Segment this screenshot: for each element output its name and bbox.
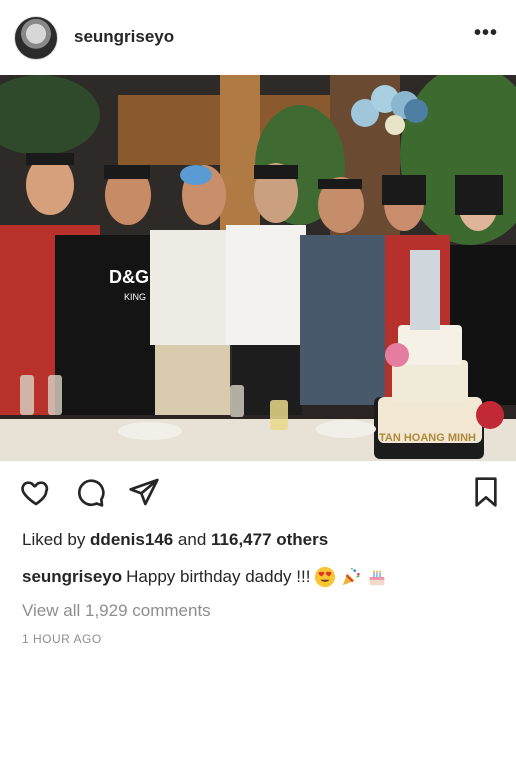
avatar[interactable] <box>14 16 58 60</box>
more-dots-icon[interactable]: ••• <box>474 22 498 45</box>
bookmark-icon[interactable] <box>472 476 500 513</box>
likes-middle: and <box>173 530 212 549</box>
send-icon[interactable] <box>128 476 160 513</box>
shirt-text-dg: D&G <box>109 267 149 287</box>
comment-icon[interactable] <box>74 476 106 513</box>
heart-eyes-emoji-icon <box>315 566 336 588</box>
cake-label: TAN HOANG MINH <box>379 432 476 444</box>
likes-line: Liked by ddenis146 and 116,477 others <box>22 530 328 550</box>
heart-icon[interactable] <box>20 476 52 513</box>
party-popper-icon <box>343 567 361 586</box>
birthday-cake-icon <box>370 570 385 586</box>
likes-prefix: Liked by <box>22 530 91 549</box>
post-timestamp: 1 HOUR AGO <box>22 632 102 646</box>
likes-count[interactable]: 116,477 others <box>211 530 328 549</box>
party-photo-illustration: TAN HOANG MINH D&G KING <box>0 75 516 461</box>
caption-username[interactable]: seungriseyo <box>22 567 122 587</box>
post-header: seungriseyo ••• <box>0 0 516 74</box>
liked-by-user[interactable]: ddenis146 <box>90 530 173 549</box>
post-actions <box>0 476 516 516</box>
view-all-comments-link[interactable]: View all 1,929 comments <box>22 601 211 621</box>
caption-text: Happy birthday daddy !!! <box>126 567 311 586</box>
post-username[interactable]: seungriseyo <box>74 27 174 47</box>
shirt-text-king: KING <box>124 292 146 302</box>
post-photo[interactable]: TAN HOANG MINH D&G KING <box>0 75 516 461</box>
caption: seungriseyo Happy birthday daddy !!! <box>22 566 388 588</box>
